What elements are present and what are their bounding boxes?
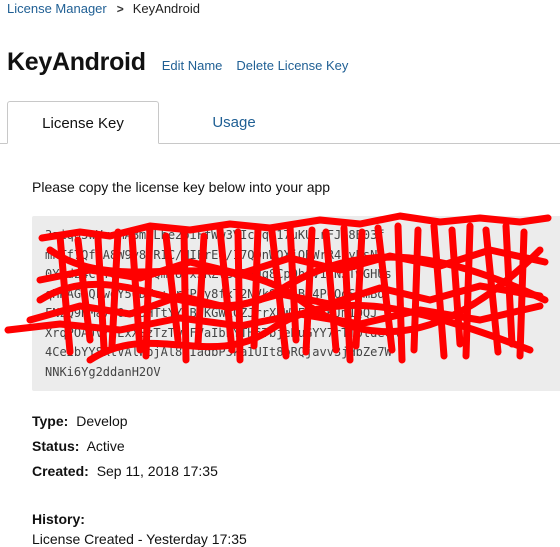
status-value: Active bbox=[86, 438, 125, 454]
type-label: Type: bbox=[32, 413, 69, 429]
breadcrumb-separator-icon: > bbox=[116, 1, 124, 16]
created-value: Sep 11, 2018 17:35 bbox=[96, 463, 218, 479]
page-title: KeyAndroid bbox=[7, 48, 146, 76]
delete-license-key-link[interactable]: Delete License Key bbox=[236, 58, 348, 73]
type-value: Develop bbox=[76, 413, 128, 429]
license-created-row: Created: Sep 11, 2018 17:35 bbox=[32, 463, 218, 479]
breadcrumb: License Manager > KeyAndroid bbox=[7, 1, 200, 16]
tab-usage[interactable]: Usage bbox=[170, 101, 298, 144]
license-key-text[interactable]: 3ziqo5wVvnMABmWLbe2biFfWw3VIcoqR17uKULrF… bbox=[45, 226, 560, 382]
status-label: Status: bbox=[32, 438, 80, 454]
edit-name-link[interactable]: Edit Name bbox=[162, 58, 223, 73]
copy-instruction: Please copy the license key below into y… bbox=[32, 179, 331, 195]
tab-bar: License Key Usage bbox=[0, 101, 560, 144]
history-item: License Created - Yesterday 17:35 bbox=[32, 531, 247, 547]
history-title: History: bbox=[32, 511, 85, 527]
title-row: KeyAndroid Edit Name Delete License Key bbox=[7, 48, 348, 77]
tab-license-key[interactable]: License Key bbox=[7, 101, 159, 144]
license-key-box[interactable]: 3ziqo5wVvnMABmWLbe2biFfWw3VIcoqR17uKULrF… bbox=[32, 216, 560, 391]
created-label: Created: bbox=[32, 463, 89, 479]
breadcrumb-license-manager-link[interactable]: License Manager bbox=[7, 1, 107, 16]
license-status-row: Status: Active bbox=[32, 438, 125, 454]
license-type-row: Type: Develop bbox=[32, 413, 128, 429]
breadcrumb-current: KeyAndroid bbox=[132, 1, 200, 16]
